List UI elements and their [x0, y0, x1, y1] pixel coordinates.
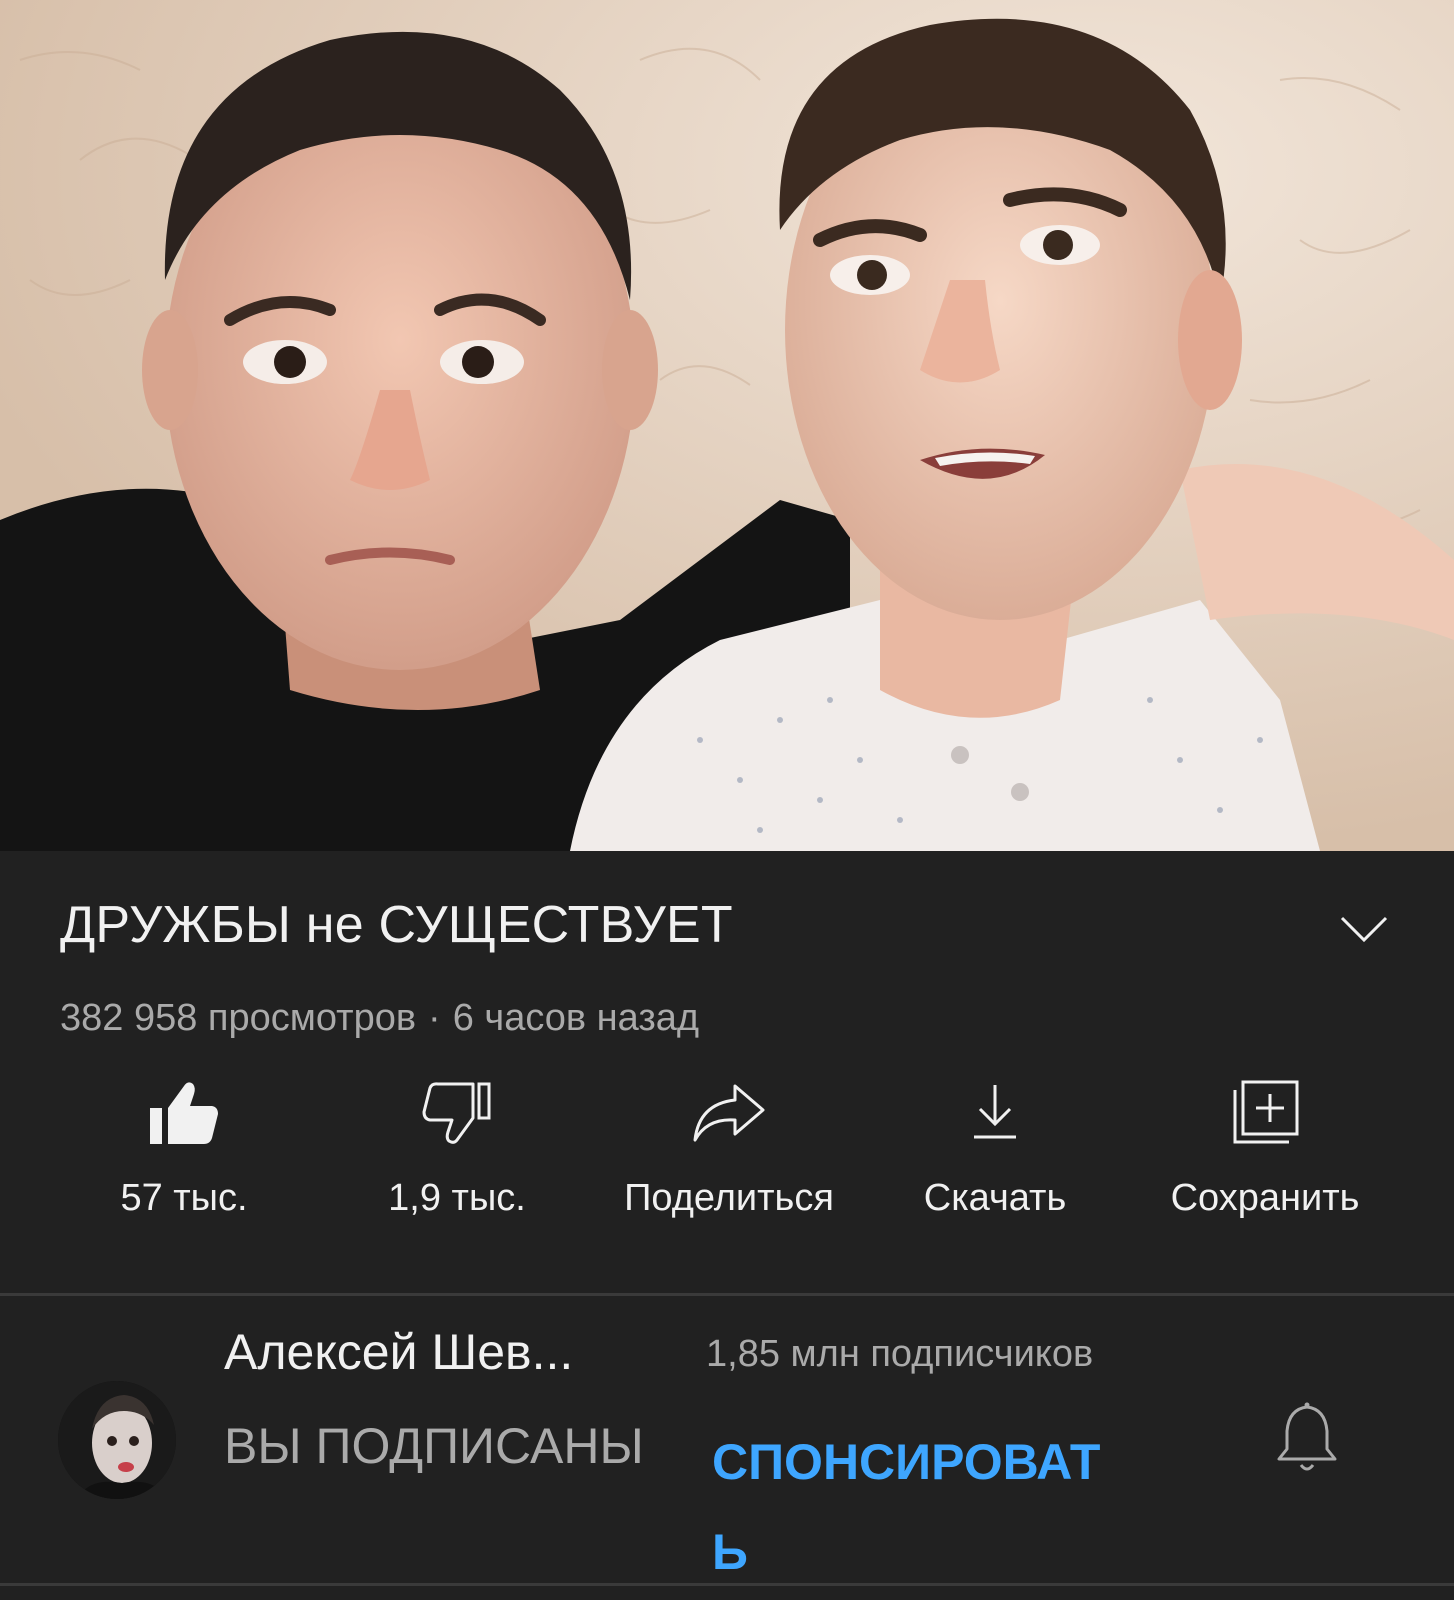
save-label: Сохранить: [1170, 1177, 1360, 1219]
view-count: 382 958 просмотров: [60, 997, 417, 1039]
sponsor-button[interactable]: СПОНСИРОВАТЬ: [712, 1417, 1132, 1597]
chevron-down-icon: [1340, 916, 1388, 943]
share-label: Поделиться: [624, 1177, 834, 1219]
like-button[interactable]: 57 тыс.: [109, 1073, 259, 1233]
like-count: 57 тыс.: [120, 1177, 248, 1219]
section-divider: [0, 1293, 1454, 1296]
subscriber-count: 1,85 млн подписчиков: [706, 1333, 1094, 1375]
subscribed-button[interactable]: ВЫ ПОДПИСАНЫ: [224, 1417, 644, 1475]
section-divider-bottom: [0, 1583, 1454, 1586]
download-label: Скачать: [923, 1177, 1067, 1219]
meta-separator: ·: [428, 997, 441, 1039]
video-player[interactable]: [0, 0, 1454, 851]
dislike-button[interactable]: 1,9 тыс.: [372, 1073, 542, 1233]
thumbs-up-icon: [150, 1082, 218, 1144]
download-icon: [974, 1085, 1016, 1139]
share-icon: [693, 1084, 765, 1142]
action-bar: 57 тыс. 1,9 тыс. Поделиться Скачать Сохр…: [0, 1073, 1454, 1233]
add-to-playlist-icon: [1233, 1080, 1299, 1144]
video-frame: [0, 0, 1454, 851]
notification-bell-icon: [1277, 1402, 1337, 1471]
video-info-panel: ДРУЖБЫ не СУЩЕСТВУЕТ 382 958 просмотров ·…: [0, 851, 1454, 1600]
notification-bell-button[interactable]: [1272, 1399, 1342, 1479]
dislike-count: 1,9 тыс.: [388, 1177, 526, 1219]
thumbs-down-icon: [422, 1082, 491, 1144]
video-meta: 382 958 просмотров · 6 часов назад: [60, 997, 699, 1040]
channel-avatar[interactable]: [58, 1381, 176, 1499]
publish-time: 6 часов назад: [452, 997, 700, 1039]
download-button[interactable]: Скачать: [900, 1073, 1090, 1233]
save-to-playlist-button[interactable]: Сохранить: [1150, 1073, 1380, 1233]
share-button[interactable]: Поделиться: [594, 1073, 864, 1233]
video-title[interactable]: ДРУЖБЫ не СУЩЕСТВУЕТ: [60, 895, 733, 955]
channel-name[interactable]: Алексей Шев...: [224, 1323, 573, 1381]
avatar-image: [58, 1381, 176, 1499]
expand-description-button[interactable]: [1336, 901, 1392, 957]
